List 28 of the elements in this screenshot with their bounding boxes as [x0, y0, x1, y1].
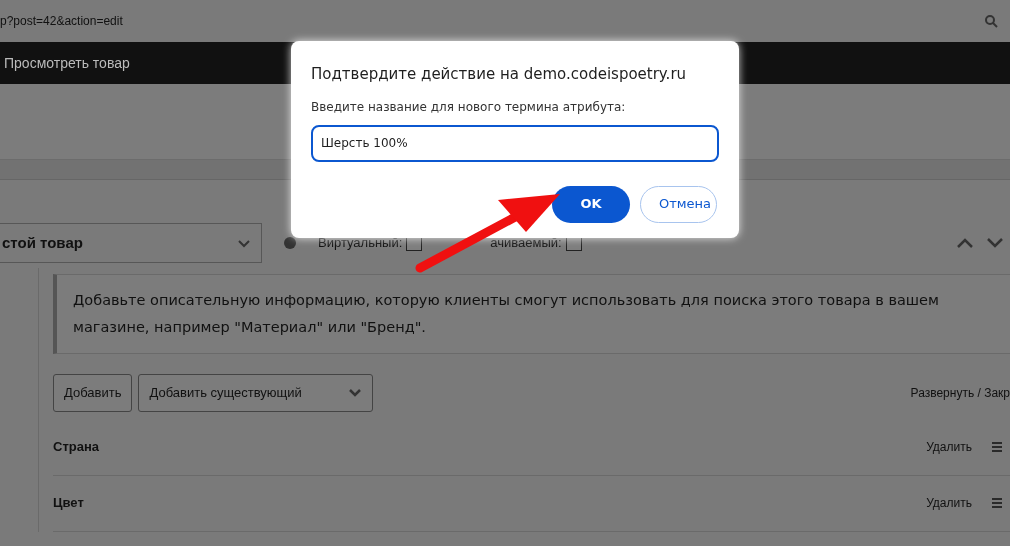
- chevron-down-icon: [237, 237, 251, 249]
- expand-collapse-link[interactable]: Развернуть / Закр: [910, 383, 1010, 402]
- option-label: ачиваемый:: [490, 234, 562, 253]
- remove-link[interactable]: Удалить: [926, 494, 972, 513]
- dialog-message: Введите название для нового термина атрибута:: [311, 98, 627, 116]
- ok-button[interactable]: OK: [552, 185, 630, 223]
- select-value: Добавить существующий: [149, 383, 302, 402]
- admin-bar-link[interactable]: Просмотреть товар: [4, 52, 130, 74]
- existing-attribute-select[interactable]: Добавить существующий: [138, 373, 374, 412]
- drag-handle-icon: [992, 442, 1002, 453]
- remove-link[interactable]: Удалить: [926, 438, 972, 457]
- drag-handle-icon: [992, 498, 1002, 509]
- address-field[interactable]: p?post=42&action=edit: [0, 12, 123, 30]
- cancel-button[interactable]: Отмена: [640, 185, 717, 223]
- search-icon: [985, 14, 998, 28]
- add-button[interactable]: Добавить: [53, 373, 133, 412]
- option-label: Виртуальный:: [318, 234, 403, 253]
- help-icon: [284, 237, 296, 249]
- chevron-down-icon: [986, 236, 1004, 250]
- text-input[interactable]: Шерсть 100%: [311, 124, 719, 162]
- attribute-name: Страна: [53, 438, 99, 457]
- select-value: стой товар: [2, 232, 83, 253]
- notice-text: Добавьте описательную информацию, которую клиенты смогут использовать для поиска этого товара в вашем магазине, например "Материал" или "Бренд".: [53, 274, 1010, 354]
- dialog-title: Подтвердите действие на demo.codeispoetry.ru: [311, 64, 688, 85]
- chevron-down-icon: [348, 387, 363, 399]
- chevron-up-icon: [956, 236, 974, 250]
- product-type-select[interactable]: стой товар: [0, 223, 262, 263]
- attribute-name: Цвет: [53, 494, 84, 513]
